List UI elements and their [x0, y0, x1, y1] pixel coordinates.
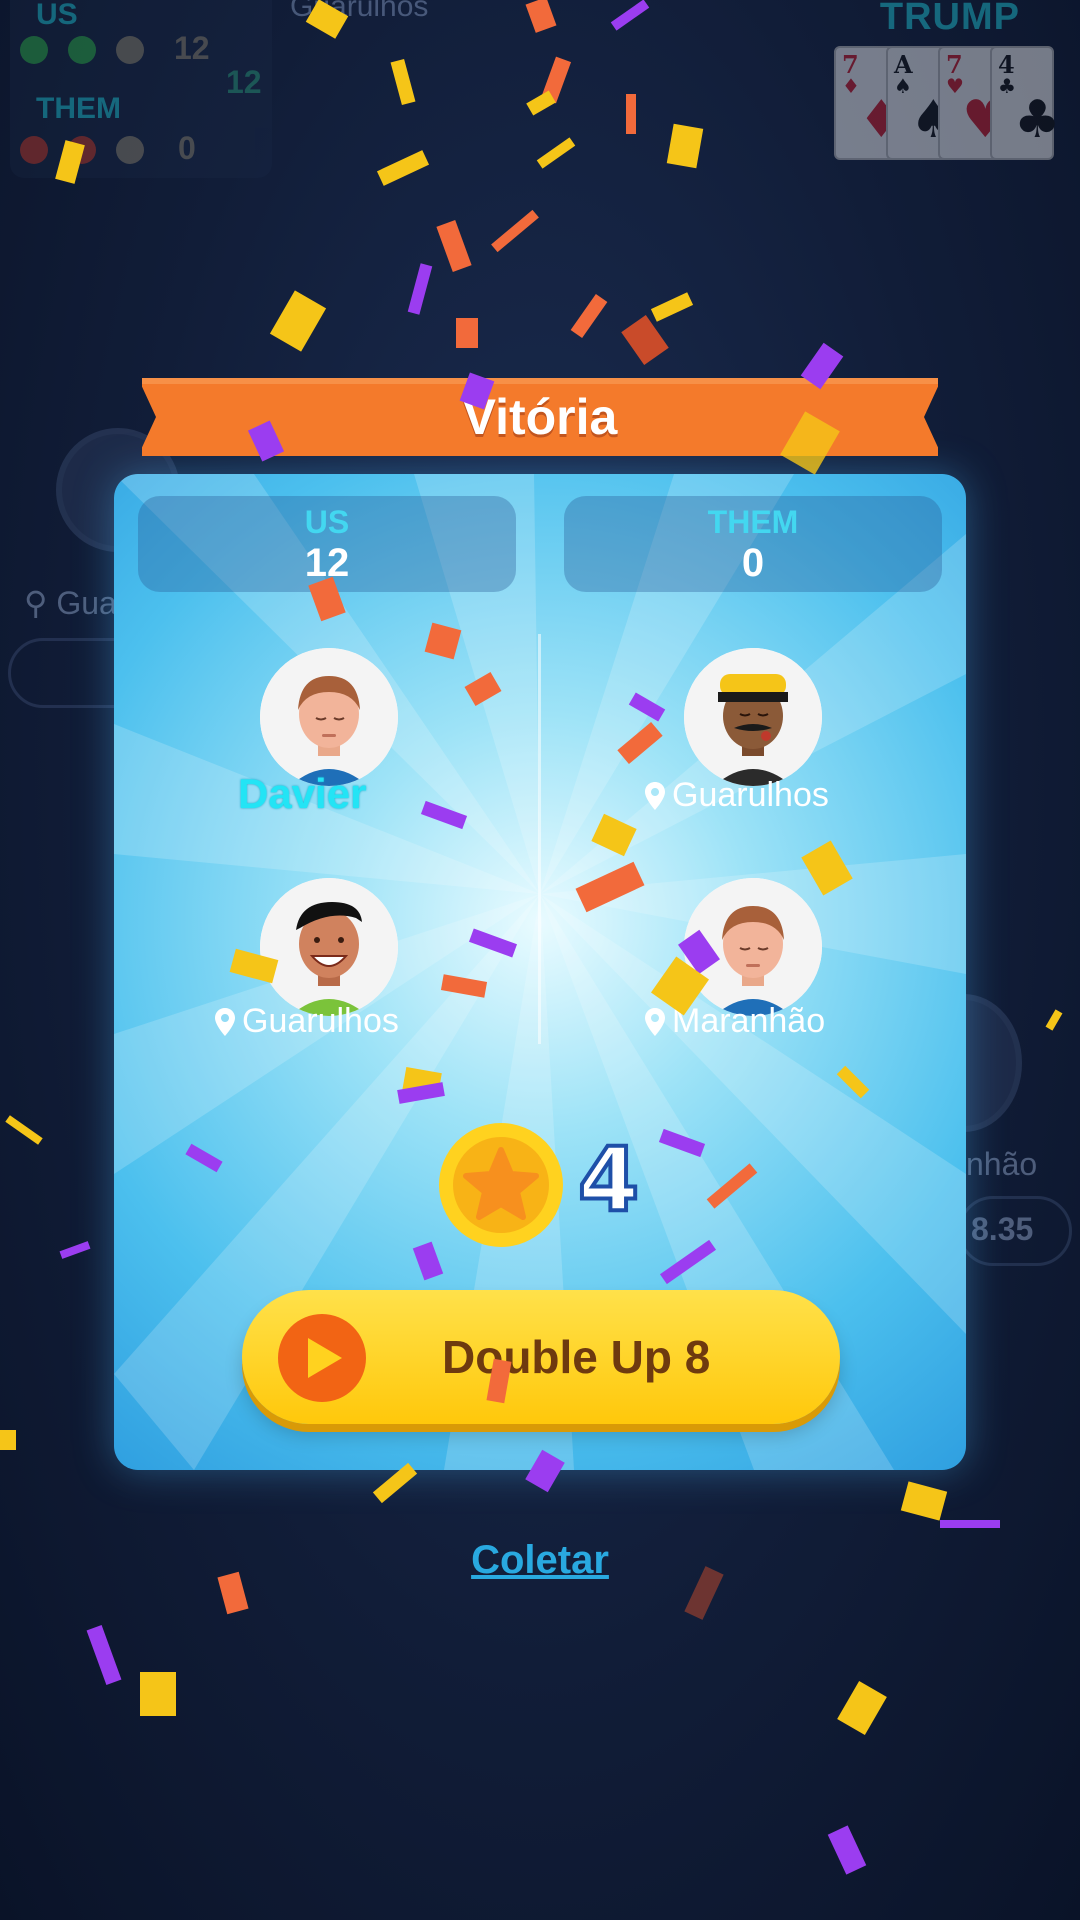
trump-cards: 7 ♦ ♦ A ♠ ♠ 7 ♥ ♥ 4 ♣ ♣	[834, 46, 1066, 160]
player-name: Davier	[238, 770, 367, 817]
scoreboard-them-label: THEM	[36, 92, 121, 125]
player-avatar-teammate[interactable]	[260, 878, 398, 1016]
team-divider	[538, 634, 541, 1044]
right-player-value-pill: 8.35	[958, 1196, 1072, 1266]
scoreboard-them-score: 0	[178, 130, 196, 166]
scoreboard-us-score: 12	[174, 30, 210, 66]
victory-ribbon: Vitória	[142, 378, 938, 456]
them-team-box: THEM 0	[564, 496, 942, 592]
star-coin-icon	[436, 1120, 566, 1250]
us-point-dot	[20, 36, 48, 64]
them-point-dot	[68, 136, 96, 164]
double-up-button[interactable]: Double Up 8	[242, 1290, 840, 1424]
player-avatar-opponent-1[interactable]	[684, 648, 822, 786]
us-team-score: 12	[304, 541, 350, 585]
double-up-label: Double Up 8	[442, 1331, 711, 1383]
them-team-label: THEM	[707, 504, 799, 540]
location-pin-icon	[215, 1007, 235, 1036]
result-dialog: US 12 THEM 0 Davier Guarulhos Guarulhos …	[114, 474, 966, 1470]
victory-title: Vitória	[462, 389, 618, 445]
location-pin-icon	[645, 1007, 665, 1036]
us-point-dot	[116, 36, 144, 64]
trump-label: TRUMP	[879, 0, 1020, 38]
top-player-location: Guarulhos	[290, 0, 429, 23]
trump-card: 4 ♣ ♣	[990, 46, 1061, 160]
them-point-dot	[116, 136, 144, 164]
us-point-dot	[68, 36, 96, 64]
player-avatar-opponent-2[interactable]	[684, 878, 822, 1016]
us-team-label: US	[304, 504, 350, 540]
them-point-dot	[20, 136, 48, 164]
location-pin-icon	[645, 781, 665, 810]
reward-coin-count: 4	[576, 1126, 641, 1233]
play-icon	[278, 1314, 366, 1402]
collect-link[interactable]: Coletar	[0, 1538, 1080, 1583]
scoreboard-us-label: US	[36, 0, 78, 31]
player-avatar-davier[interactable]	[260, 648, 398, 786]
player-location: Guarulhos	[644, 776, 829, 815]
scoreboard-panel: US 12 12 THEM 0	[10, 0, 272, 178]
us-team-box: US 12	[138, 496, 516, 592]
right-player-location: nhão	[966, 1146, 1038, 1182]
scoreboard-total-score: 12	[226, 64, 262, 100]
player-location: Maranhão	[644, 1002, 825, 1041]
player-location: Guarulhos	[214, 1002, 399, 1041]
them-team-score: 0	[741, 541, 765, 585]
left-player-location: ⚲ Gua	[24, 585, 117, 621]
